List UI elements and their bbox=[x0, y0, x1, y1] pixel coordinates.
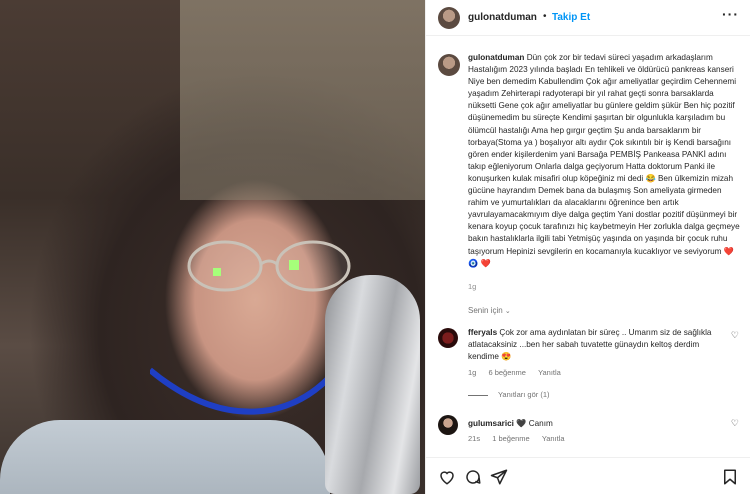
comment-sort-dropdown[interactable]: Senin için ⌄ bbox=[468, 306, 511, 315]
heart-icon[interactable] bbox=[438, 468, 456, 486]
comment-heart-icon[interactable]: ♡ bbox=[731, 330, 739, 341]
photo-glasses bbox=[187, 240, 351, 292]
comment-likes[interactable]: 6 beğenme bbox=[488, 368, 526, 377]
post-photo bbox=[0, 0, 425, 494]
photo-background bbox=[180, 0, 425, 200]
view-replies-label: Yanıtları gör (1) bbox=[497, 390, 550, 399]
share-icon[interactable] bbox=[490, 468, 508, 486]
comment-username[interactable]: fferyals bbox=[468, 328, 497, 337]
caption-avatar[interactable] bbox=[438, 54, 460, 76]
more-options-icon[interactable]: ··· bbox=[722, 6, 739, 22]
header-separator: • bbox=[543, 11, 547, 22]
photo-lanyard bbox=[150, 348, 350, 415]
post-side-panel: gulonatduman • Takip Et ··· gulonatduman… bbox=[425, 0, 750, 494]
bookmark-icon[interactable] bbox=[721, 468, 739, 486]
comment-avatar[interactable] bbox=[438, 328, 458, 348]
comment-time[interactable]: 1g bbox=[468, 368, 476, 377]
chevron-down-icon: ⌄ bbox=[504, 308, 511, 315]
comment-text: 🖤 Canım bbox=[516, 419, 553, 428]
comment-body: fferyals Çok zor ama aydınlatan bir süre… bbox=[468, 327, 730, 363]
comment-likes[interactable]: 1 beğenme bbox=[492, 434, 530, 443]
post-caption: gulonatduman Dün çok zor bir tedavi süre… bbox=[468, 52, 744, 270]
view-replies-button[interactable]: Yanıtları gör (1) bbox=[468, 390, 550, 399]
post-action-bar bbox=[426, 457, 750, 494]
caption-username[interactable]: gulonatduman bbox=[468, 53, 524, 62]
comment-heart-icon[interactable]: ♡ bbox=[731, 418, 739, 429]
follow-button[interactable]: Takip Et bbox=[552, 12, 590, 23]
comment-icon[interactable] bbox=[464, 468, 482, 486]
author-avatar[interactable] bbox=[438, 7, 460, 29]
comment-meta: 21s 1 beğenme Yanıtla bbox=[468, 434, 565, 443]
caption-timestamp[interactable]: 1g bbox=[468, 282, 476, 291]
comment-sort-label: Senin için bbox=[468, 306, 503, 315]
comment-meta: 1g 6 beğenme Yanıtla bbox=[468, 368, 561, 377]
caption-text: Dün çok zor bir tedavi süreci yaşadım ar… bbox=[468, 53, 740, 256]
comment-body: gulumsarici 🖤 Canım bbox=[468, 419, 553, 429]
comment-text: Çok zor ama aydınlatan bir süreç .. Umar… bbox=[468, 328, 712, 362]
replies-divider bbox=[468, 394, 488, 396]
comments-scroll-area[interactable]: gulonatduman Dün çok zor bir tedavi süre… bbox=[426, 37, 750, 457]
comment-avatar[interactable] bbox=[438, 415, 458, 435]
photo-foil-object bbox=[325, 275, 420, 494]
comment-username[interactable]: gulumsarici bbox=[468, 419, 514, 428]
comment-time[interactable]: 21s bbox=[468, 434, 480, 443]
post-header: gulonatduman • Takip Et ··· bbox=[426, 0, 750, 36]
author-username[interactable]: gulonatduman bbox=[468, 12, 537, 23]
comment-reply-button[interactable]: Yanıtla bbox=[538, 368, 561, 377]
comment-reply-button[interactable]: Yanıtla bbox=[542, 434, 565, 443]
